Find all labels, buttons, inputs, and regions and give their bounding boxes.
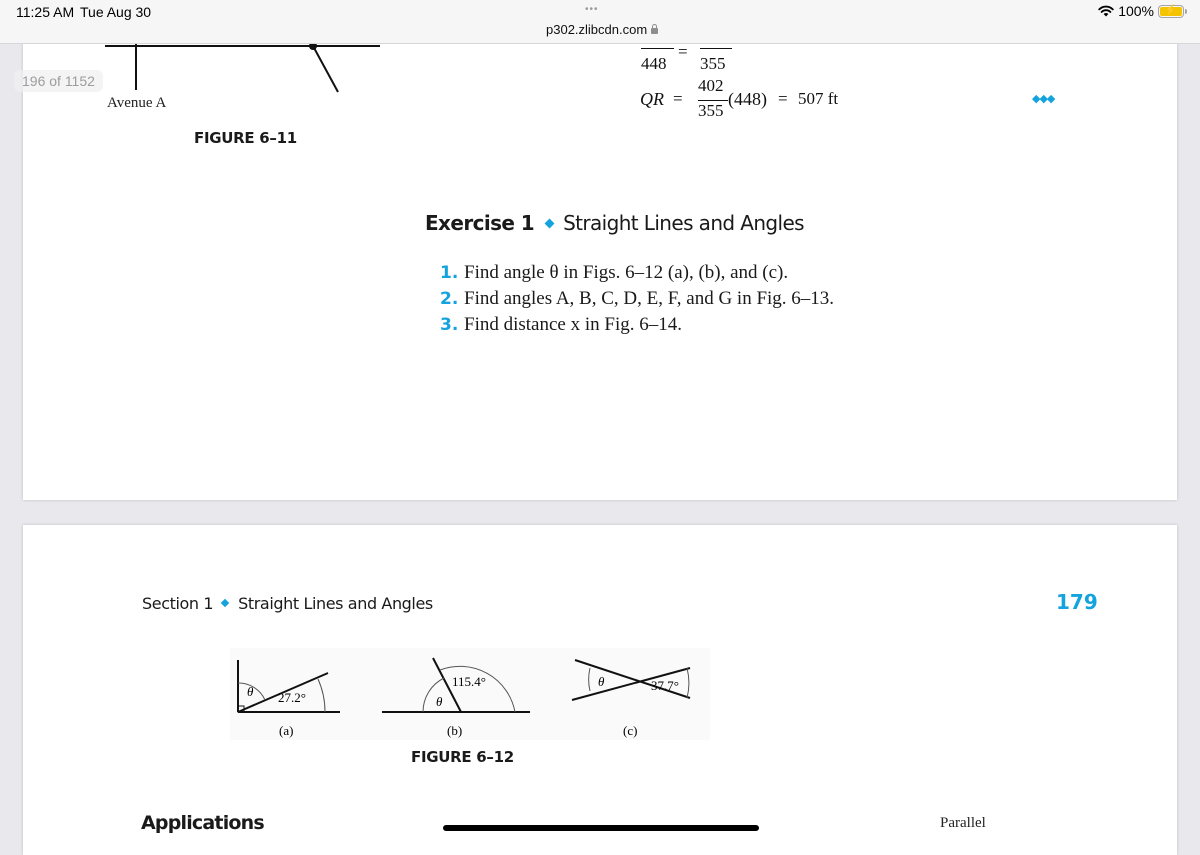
- exercise-item: 3. Find distance x in Fig. 6–14.: [440, 312, 834, 338]
- page-counter: 196 of 1152: [14, 70, 103, 92]
- diagonal-street-line: [312, 45, 339, 93]
- eq2-multiplier: (448): [728, 89, 767, 109]
- exercise-item-number: 2.: [440, 289, 459, 309]
- angle-label: 27.2°: [278, 690, 306, 705]
- angle-label: 37.7°: [651, 678, 679, 693]
- tab-dots-handle[interactable]: •••: [585, 4, 599, 15]
- url-text: p302.zlibcdn.com: [546, 22, 648, 37]
- exercise-label: Exercise 1: [425, 211, 535, 235]
- exercise-item-number: 1.: [440, 263, 459, 283]
- figure-6-12: θ 27.2° (a) θ 115.4° (b) θ 37.7° (c): [230, 648, 710, 740]
- exercise-item: 1. Find angle θ in Figs. 6–12 (a), (b), a…: [440, 260, 834, 286]
- angle-label: 115.4°: [452, 674, 486, 689]
- angle-arc: [317, 678, 326, 713]
- exercise-title: Straight Lines and Angles: [563, 211, 805, 235]
- eq2-numerator: 402: [698, 76, 724, 95]
- exercise-item-text: Find angles A, B, C, D, E, F, and G in F…: [464, 288, 835, 309]
- parallel-label: Parallel: [940, 815, 986, 831]
- eq2-result: 507 ft: [798, 89, 839, 108]
- exercise-item-text: Find distance x in Fig. 6–14.: [464, 314, 682, 335]
- eq1-left-denominator: 448: [641, 54, 667, 73]
- status-time: 11:25 AM: [16, 4, 75, 20]
- status-right: 100% ⚡: [1098, 3, 1187, 19]
- section-label: Section 1: [142, 594, 214, 613]
- status-date: Tue Aug 30: [80, 4, 152, 20]
- theta-label: θ: [436, 694, 443, 709]
- home-indicator[interactable]: [443, 825, 759, 831]
- figure-6-12-caption: FIGURE 6–12: [411, 748, 514, 766]
- figure-part-label: (c): [623, 723, 638, 738]
- lock-icon: [651, 24, 659, 34]
- theta-label: θ: [598, 674, 605, 689]
- section-title: Straight Lines and Angles: [238, 594, 433, 613]
- battery-percent: 100%: [1118, 3, 1154, 19]
- theta-arc: [588, 667, 591, 692]
- exercise-list: 1. Find angle θ in Figs. 6–12 (a), (b), a…: [440, 260, 834, 338]
- eq2-equals-2: =: [778, 89, 788, 108]
- status-bar: 11:25 AM Tue Aug 30 ••• p302.zlibcdn.com…: [0, 0, 1200, 44]
- eq2-equals: =: [673, 89, 683, 108]
- eq2-lhs: QR: [640, 89, 664, 109]
- exercise-item-number: 3.: [440, 315, 459, 335]
- exercise-heading: Exercise 1 Straight Lines and Angles: [425, 211, 805, 235]
- section-header: Section 1 Straight Lines and Angles: [142, 594, 433, 613]
- url-label[interactable]: p302.zlibcdn.com: [546, 22, 659, 37]
- wifi-icon: [1098, 5, 1114, 17]
- battery-charging-icon: ⚡: [1158, 4, 1187, 18]
- exercise-item: 2. Find angles A, B, C, D, E, F, and G in…: [440, 286, 834, 312]
- more-options-icon[interactable]: ◆◆◆: [1032, 92, 1055, 105]
- applications-heading: Applications: [141, 812, 265, 834]
- fraction-bar: [641, 48, 674, 49]
- eq1-right-denominator: 355: [700, 54, 726, 73]
- fraction-bar: [700, 48, 732, 49]
- figure-6-11-diagram: [105, 42, 380, 93]
- angle-arc: [686, 667, 690, 699]
- page-number: 179: [1056, 590, 1098, 614]
- exercise-item-text: Find angle θ in Figs. 6–12 (a), (b), and…: [464, 262, 789, 283]
- eq1-equals: =: [678, 42, 688, 61]
- figure-6-11-caption: FIGURE 6–11: [194, 129, 297, 147]
- theta-label: θ: [247, 684, 254, 699]
- diamond-bullet-icon: [544, 218, 555, 228]
- diamond-bullet-icon: [220, 598, 230, 608]
- figure-part-label: (a): [279, 723, 294, 738]
- eq2-denominator: 355: [698, 101, 724, 120]
- figure-part-label: (b): [447, 723, 463, 738]
